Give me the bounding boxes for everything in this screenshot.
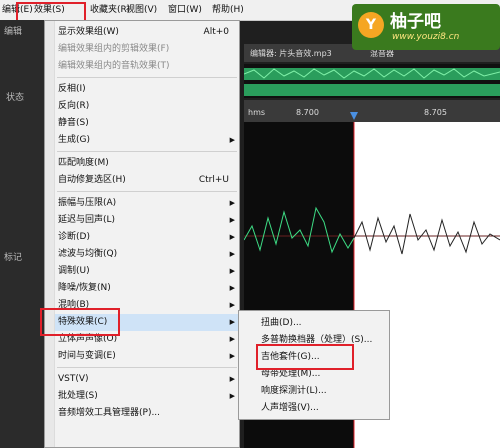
effects-menu-item[interactable]: 降噪/恢复(N) ▶ [55,280,239,297]
site-watermark: Y 柚子吧 www.youzi8.cn [352,4,500,50]
submenu-arrow-icon: ▶ [229,392,235,400]
effects-menu-item[interactable]: 静音(S) [55,115,239,132]
menu-separator [57,151,237,152]
menu-item-label: 滤波与均衡(Q) [58,249,118,259]
panel-tab-markers[interactable]: 标记 [4,250,22,263]
effects-menu-item[interactable]: 音频增效工具管理器(P)... [55,405,239,422]
effects-menu-item[interactable]: 匹配响度(M) [55,155,239,172]
menu-item-label: 显示效果组(W) [58,27,119,37]
menu-item-label: 音频增效工具管理器(P)... [58,408,161,418]
effects-menu-item[interactable]: 时间与变调(E) ▶ [55,348,239,365]
submenu-arrow-icon: ▶ [229,267,235,275]
effects-menu-item[interactable]: 延迟与回声(L) ▶ [55,212,239,229]
menu-view[interactable]: 视图(V) [126,3,157,17]
menu-item-label: 静音(S) [58,118,89,128]
menu-item-label: 延迟与回声(L) [58,215,116,225]
menu-item-label: 调制(U) [58,266,90,276]
menu-item-label: 编辑效果组内的音轨效果(T) [58,61,170,71]
menu-separator [57,191,237,192]
effects-menu-item[interactable]: 诊断(D) ▶ [55,229,239,246]
menu-favorites[interactable]: 收藏夹(R) [90,3,130,17]
menu-item-label: 降噪/恢复(N) [58,283,111,293]
submenu-arrow-icon: ▶ [229,318,235,326]
effects-menu-item[interactable]: 编辑效果组内的音轨效果(T) [55,58,239,75]
menu-separator [57,367,237,368]
overview-wave-graphic [244,68,500,96]
menu-item-shortcut: Ctrl+U [198,175,229,185]
menu-item-label: 匹配响度(M) [58,158,109,168]
menu-separator [57,77,237,78]
overview-waveform[interactable] [244,64,500,98]
youzi-logo-icon: Y [358,12,384,38]
effects-dropdown-menu: 显示效果组(W) Alt+0 编辑效果组内的剪辑效果(F) 编辑效果组内的音轨效果(T… [44,20,240,448]
submenu-arrow-icon: ▶ [229,335,235,343]
panel-tab-status[interactable]: 状态 [6,90,24,103]
submenu-arrow-icon: ▶ [229,301,235,309]
special-effects-item[interactable]: 响度探测计(L)... [261,383,387,399]
editor-tab-title[interactable]: 编辑器: 片头音效.mp3 [250,48,332,59]
playhead-marker-icon[interactable] [244,100,500,122]
menu-item-label: 反相(I) [58,84,86,94]
left-panel: 编辑 状态 标记 [0,20,44,448]
submenu-arrow-icon: ▶ [229,233,235,241]
special-effects-item[interactable]: 人声增强(V)... [261,400,387,416]
effects-menu-item[interactable]: 生成(G) ▶ [55,132,239,149]
effects-menu-item[interactable]: 调制(U) ▶ [55,263,239,280]
highlight-guitar-suite [256,344,354,370]
menu-item-label: 生成(G) [58,135,90,145]
special-effects-item[interactable]: 扭曲(D)... [261,315,387,331]
effects-menu-item[interactable]: 显示效果组(W) Alt+0 [55,24,239,41]
menu-help[interactable]: 帮助(H) [212,3,244,17]
submenu-arrow-icon: ▶ [229,136,235,144]
effects-menu-item[interactable]: VST(V) ▶ [55,371,239,388]
menu-item-label: 诊断(D) [58,232,90,242]
effects-menu-item[interactable]: 编辑效果组内的剪辑效果(F) [55,41,239,58]
submenu-arrow-icon: ▶ [229,199,235,207]
effects-menu-item[interactable]: 自动修复选区(H) Ctrl+U [55,172,239,189]
menu-item-label: 自动修复选区(H) [58,175,126,185]
effects-menu-item[interactable]: 反向(R) [55,98,239,115]
menu-item-label: 反向(R) [58,101,90,111]
menu-item-label: 时间与变调(E) [58,351,116,361]
effects-menu-item[interactable]: 振幅与压限(A) ▶ [55,195,239,212]
effects-menu-item[interactable]: 滤波与均衡(Q) ▶ [55,246,239,263]
menu-icon-gutter [45,21,55,447]
menu-item-label: VST(V) [58,374,89,384]
watermark-url: www.youzi8.cn [392,32,460,42]
submenu-arrow-icon: ▶ [229,375,235,383]
menu-item-shortcut: Alt+0 [203,27,229,37]
menu-item-label: 振幅与压限(A) [58,198,117,208]
highlight-special-effects [40,308,120,336]
submenu-arrow-icon: ▶ [229,284,235,292]
menu-item-label: 批处理(S) [58,391,98,401]
time-ruler[interactable]: hms 8.700 8.705 [244,100,500,122]
effects-menu-item[interactable]: 批处理(S) ▶ [55,388,239,405]
menu-item-label: 编辑效果组内的剪辑效果(F) [58,44,170,54]
effects-menu-item[interactable]: 反相(I) [55,81,239,98]
watermark-title: 柚子吧 [390,12,441,32]
menu-window[interactable]: 窗口(W) [168,3,202,17]
submenu-arrow-icon: ▶ [229,216,235,224]
panel-tab-editor[interactable]: 编辑 [4,24,22,37]
submenu-arrow-icon: ▶ [229,250,235,258]
submenu-arrow-icon: ▶ [229,352,235,360]
